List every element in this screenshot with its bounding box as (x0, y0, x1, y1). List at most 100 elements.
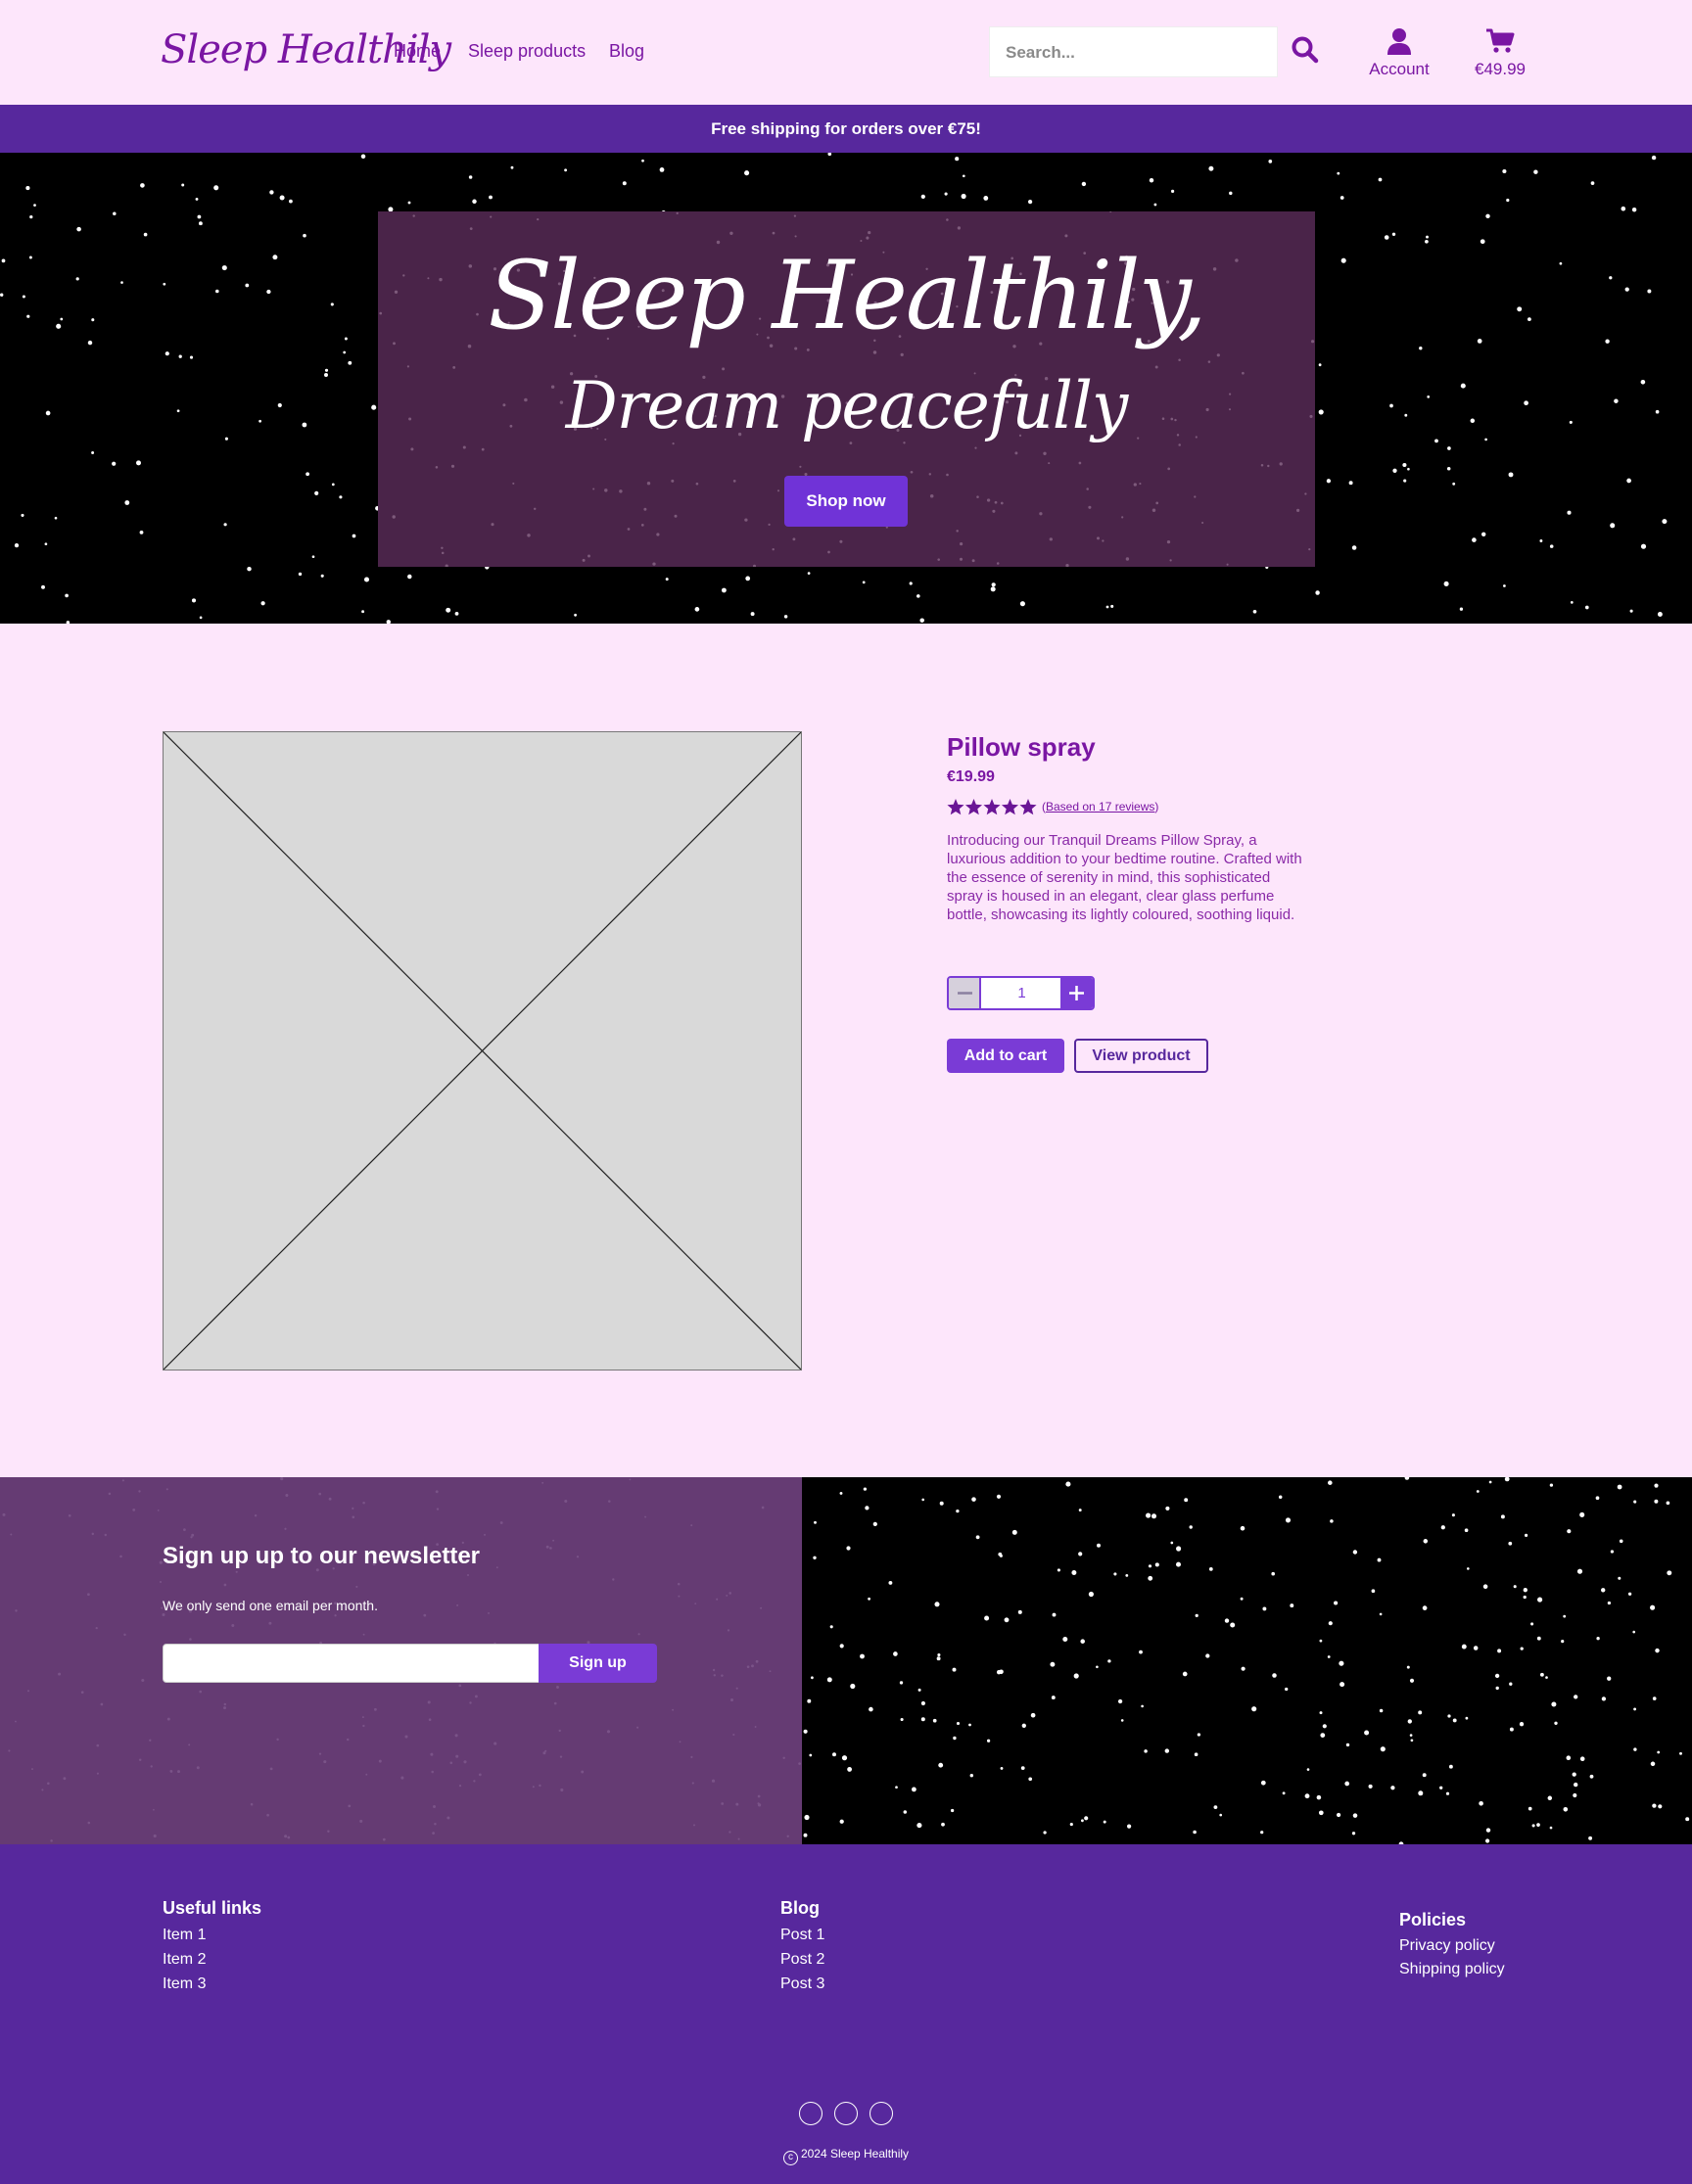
star-dot (467, 1574, 469, 1576)
star-dot (198, 221, 203, 226)
footer-link[interactable]: Post 2 (780, 1947, 824, 1972)
star-dot (1260, 464, 1264, 467)
cart-link[interactable]: €49.99 (1469, 27, 1531, 79)
star-dot (1650, 1761, 1656, 1767)
star-dot (983, 195, 989, 201)
star-dot (1537, 1597, 1543, 1603)
nav-link-home[interactable]: Home (394, 41, 441, 62)
social-icon[interactable] (870, 2102, 893, 2125)
star-dot (454, 612, 459, 616)
star-dot (941, 1822, 945, 1827)
star-dot (324, 373, 328, 377)
star-dot (26, 314, 30, 318)
quantity-value[interactable]: 1 (981, 978, 1062, 1008)
star-dot (303, 233, 306, 238)
star-dot (512, 482, 515, 485)
star-dot (458, 1684, 462, 1688)
newsletter-email-input[interactable] (163, 1644, 540, 1683)
star-dot (893, 1651, 898, 1656)
add-to-cart-button[interactable]: Add to cart (947, 1039, 1064, 1073)
star-dot (431, 1770, 434, 1774)
star-dot (1073, 1673, 1079, 1679)
star-dot (468, 175, 473, 179)
newsletter-signup-button[interactable]: Sign up (539, 1644, 657, 1683)
star-dot (1165, 1506, 1170, 1510)
quantity-decrease-button[interactable] (949, 978, 981, 1008)
footer-link[interactable]: Item 3 (163, 1972, 261, 1996)
star-dot (1584, 605, 1589, 610)
footer-link[interactable]: Post 1 (780, 1923, 824, 1947)
star-dot (1176, 1546, 1182, 1552)
star-dot (757, 1794, 761, 1798)
star-dot (190, 1536, 193, 1539)
star-dot (1573, 1792, 1577, 1798)
star-dot (839, 1819, 844, 1824)
footer-link[interactable]: Item 2 (163, 1947, 261, 1972)
star-dot (1127, 1824, 1132, 1829)
star-dot (113, 211, 117, 215)
star-dot (1043, 1831, 1047, 1835)
star-dot (247, 566, 252, 572)
star-dot (758, 1803, 762, 1807)
footer-link-privacy[interactable]: Privacy policy (1399, 1934, 1505, 1958)
star-dot (44, 542, 48, 546)
star-dot (153, 1834, 157, 1838)
reviews-link[interactable]: (Based on 17 reviews) (1042, 800, 1158, 813)
account-link[interactable]: Account (1363, 27, 1435, 79)
reviews-text[interactable]: Based on 17 reviews (1046, 800, 1154, 813)
star-dot (108, 1492, 112, 1496)
footer-link[interactable]: Post 3 (780, 1972, 824, 1996)
nav-link-blog[interactable]: Blog (609, 41, 644, 62)
search-input[interactable]: Search... (989, 26, 1278, 77)
quantity-increase-button[interactable] (1060, 978, 1093, 1008)
star-dot (510, 165, 514, 169)
star-dot (919, 618, 924, 623)
star-icon (1019, 799, 1037, 815)
hero-box: Sleep Healthily, Dream peacefully Shop n… (378, 211, 1315, 567)
star-dot (1380, 1746, 1386, 1752)
star-dot (751, 1664, 754, 1668)
star-dot (1278, 1495, 1283, 1499)
star-dot (1064, 234, 1068, 238)
star-dot (1447, 1714, 1451, 1718)
star-dot (1121, 516, 1124, 519)
star-dot (690, 1755, 693, 1758)
star-dot (266, 1813, 269, 1817)
star-dot (1390, 1786, 1395, 1790)
star-dot (728, 1831, 731, 1834)
search-icon[interactable] (1291, 35, 1320, 65)
view-product-button[interactable]: View product (1074, 1039, 1208, 1073)
star-dot (1631, 207, 1637, 212)
star-dot (608, 1500, 611, 1503)
star-dot (1071, 1570, 1077, 1575)
star-dot (1339, 1660, 1344, 1666)
star-dot (432, 1832, 435, 1835)
star-dot (258, 419, 261, 423)
star-dot (786, 1835, 789, 1837)
footer-link[interactable]: Item 1 (163, 1923, 261, 1947)
shop-now-button[interactable]: Shop now (784, 476, 908, 527)
star-dot (339, 495, 343, 499)
star-dot (1554, 1721, 1558, 1725)
star-dot (581, 1770, 585, 1774)
star-dot (284, 1835, 288, 1838)
social-icon[interactable] (834, 2102, 858, 2125)
star-dot (827, 153, 832, 157)
social-icon[interactable] (799, 2102, 822, 2125)
star-dot (1139, 1650, 1143, 1654)
nav-link-sleep-products[interactable]: Sleep products (468, 41, 586, 62)
star-dot (1213, 1805, 1218, 1809)
star-dot (1618, 1576, 1622, 1580)
star-dot (803, 1833, 808, 1837)
footer-link-shipping[interactable]: Shipping policy (1399, 1958, 1505, 1981)
star-dot (737, 1837, 740, 1840)
star-dot (41, 584, 45, 589)
star-dot (1011, 1529, 1017, 1535)
star-dot (1407, 467, 1410, 471)
star-dot (1229, 191, 1233, 196)
star-dot (944, 192, 948, 196)
star-dot (136, 460, 141, 466)
star-dot (1050, 1661, 1056, 1667)
star-dot (1576, 1568, 1583, 1574)
newsletter-starfield-panel (802, 1477, 1692, 1844)
